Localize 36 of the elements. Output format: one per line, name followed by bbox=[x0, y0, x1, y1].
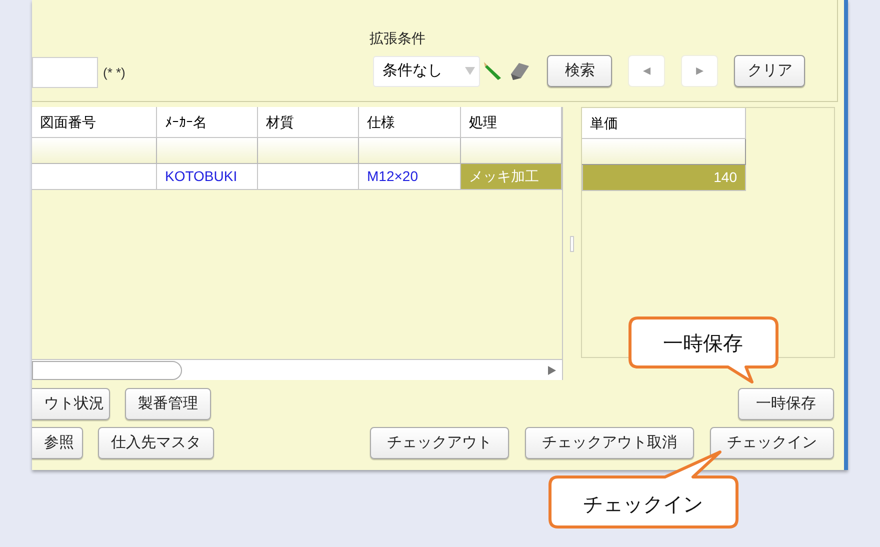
filter-cell[interactable] bbox=[461, 138, 562, 164]
callout-text: チェックイン bbox=[583, 494, 703, 516]
toolbar-button[interactable]: クリア bbox=[734, 55, 806, 87]
column-header[interactable]: 仕様 bbox=[359, 107, 461, 138]
action-button[interactable]: 仕入先マスタ bbox=[98, 427, 214, 459]
scrollbar-thumb[interactable] bbox=[32, 360, 182, 380]
scroll-right-icon[interactable] bbox=[548, 366, 556, 374]
hint-text: (* *) bbox=[103, 64, 126, 82]
action-button[interactable]: ウト状況 bbox=[32, 388, 110, 420]
action-button[interactable]: チェックイン bbox=[710, 427, 834, 459]
column-header[interactable]: ﾒｰｶｰ名 bbox=[157, 107, 258, 138]
horizontal-scrollbar[interactable] bbox=[32, 359, 562, 380]
table-cell: メッキ加工 bbox=[461, 164, 562, 190]
action-button[interactable]: チェックアウト bbox=[370, 427, 509, 459]
action-button[interactable]: 一時保存 bbox=[738, 388, 834, 420]
action-button[interactable]: 製番管理 bbox=[125, 388, 211, 420]
input-field[interactable] bbox=[32, 57, 98, 88]
action-button[interactable]: チェックアウト取消 bbox=[525, 427, 694, 459]
table-cell: M12×20 bbox=[359, 164, 461, 190]
action-button[interactable]: 参照 bbox=[32, 427, 83, 459]
column-header[interactable]: 単価 bbox=[582, 108, 746, 139]
filter-cell[interactable] bbox=[258, 138, 359, 164]
toolbar-button[interactable]: 検索 bbox=[547, 55, 612, 87]
filter-cell[interactable] bbox=[359, 138, 461, 164]
filter-label: 拡張条件 bbox=[369, 29, 426, 48]
table-cell: KOTOBUKI bbox=[157, 164, 258, 190]
column-header[interactable]: 材質 bbox=[258, 107, 359, 138]
condition-dropdown[interactable]: 条件なし bbox=[373, 56, 480, 86]
filter-cell[interactable] bbox=[157, 138, 258, 164]
filter-cell[interactable] bbox=[32, 138, 157, 164]
filter-cell[interactable] bbox=[582, 139, 746, 165]
caret-icon bbox=[465, 67, 476, 75]
column-header[interactable]: 図面番号 bbox=[32, 107, 157, 138]
callout-text: 一時保存 bbox=[663, 333, 743, 355]
column-header[interactable]: 処理 bbox=[461, 107, 562, 138]
table-cell: 140 bbox=[582, 165, 746, 191]
